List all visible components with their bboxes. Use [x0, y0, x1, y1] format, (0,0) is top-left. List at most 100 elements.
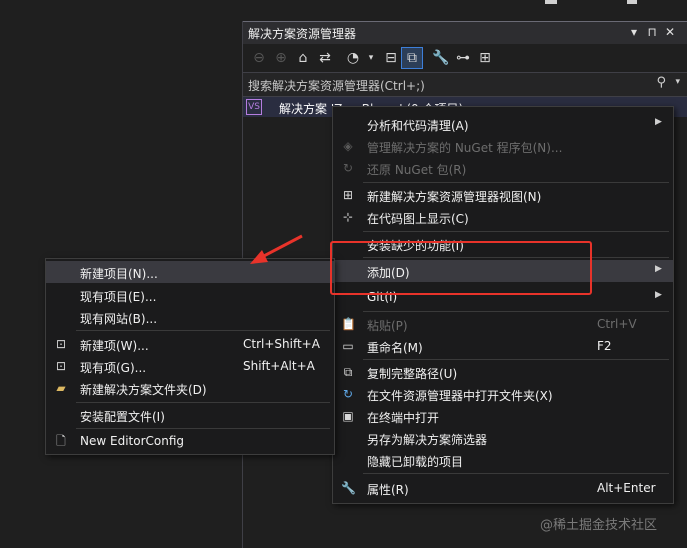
menu-item-label: 隐藏已卸载的项目 [367, 455, 464, 469]
chevron-down-icon[interactable]: ▾ [675, 77, 680, 87]
home-icon[interactable]: ⌂ [293, 48, 313, 68]
submenu-item-existing-item[interactable]: ⊡ 现有项(G)... Shift+Alt+A [46, 355, 334, 377]
terminal-icon: ▣ [342, 409, 354, 423]
menu-divider [76, 428, 330, 429]
menu-divider [363, 231, 669, 232]
chevron-right-icon: ▶ [655, 117, 662, 127]
open-folder-icon: ↻ [342, 387, 354, 401]
menu-item-shortcut: Ctrl+V [597, 317, 637, 331]
watermark: @稀土掘金技术社区 [540, 518, 658, 533]
properties-wrench-icon[interactable]: 🔧 [431, 48, 451, 68]
menu-divider [363, 311, 669, 312]
new-view-icon: ⊞ [342, 188, 354, 202]
menu-item-shortcut: Alt+Enter [597, 481, 656, 495]
menu-item-label: 现有项(G)... [80, 361, 147, 375]
submenu-item-existing-website[interactable]: 现有网站(B)... [46, 306, 334, 328]
code-map-icon: ⊹ [342, 210, 354, 224]
menu-item-label: 粘贴(P) [367, 319, 408, 333]
switch-views-icon[interactable]: ⇄ [315, 48, 335, 68]
dropdown-icon[interactable]: ▾ [627, 25, 641, 39]
annotation-arrow-icon [250, 234, 303, 264]
menu-item-analyze[interactable]: 分析和代码清理(A) ▶ [333, 113, 673, 135]
panel-title: 解决方案资源管理器 [248, 27, 357, 41]
menu-item-new-view[interactable]: ⊞ 新建解决方案资源管理器视图(N) [333, 184, 673, 206]
search-bar[interactable]: 搜索解决方案资源管理器(Ctrl+;) ⚲ ▾ [243, 72, 687, 97]
menu-divider [363, 182, 669, 183]
highlight-box [330, 241, 592, 295]
close-icon[interactable]: ✕ [663, 25, 677, 39]
menu-item-save-as-filter[interactable]: 另存为解决方案筛选器 [333, 427, 673, 449]
submenu-item-existing-project[interactable]: 现有项目(E)... [46, 284, 334, 306]
preview-icon[interactable]: ⊶ [453, 48, 473, 68]
pending-changes-icon[interactable]: ◔ [343, 48, 363, 68]
add-submenu: 新建项目(N)... 现有项目(E)... 现有网站(B)... ⊡ 新建项(W… [45, 258, 335, 455]
menu-item-shortcut: Ctrl+Shift+A [243, 337, 320, 351]
menu-item-properties[interactable]: 🔧 属性(R) Alt+Enter [333, 477, 673, 499]
menu-item-manage-nuget[interactable]: ◈ 管理解决方案的 NuGet 程序包(N)... [333, 135, 673, 157]
panel-title-bar: 解决方案资源管理器 ▾ ⊓ ✕ [243, 21, 687, 44]
wrench-icon: 🔧 [341, 481, 356, 495]
nuget-icon: ◈ [343, 139, 353, 153]
menu-divider [363, 473, 669, 474]
menu-item-label: 属性(R) [367, 483, 409, 497]
panel-toolbar: ⊖ ⊕ ⌂ ⇄ ◔ ▾ ⊟ ⧉ 🔧 ⊶ ⊞ [243, 44, 687, 72]
menu-item-shortcut: F2 [597, 339, 612, 353]
menu-item-restore-nuget[interactable]: ↻ 还原 NuGet 包(R) [333, 157, 673, 179]
new-item-icon: ⊡ [55, 337, 67, 351]
menu-item-label: 安装配置文件(I) [80, 410, 165, 424]
menu-item-label: 管理解决方案的 NuGet 程序包(N)... [367, 141, 563, 155]
menu-item-label: 在终端中打开 [367, 411, 440, 425]
chevron-down-icon[interactable]: ▾ [361, 48, 381, 68]
menu-item-copy-full-path[interactable]: ⧉ 复制完整路径(U) [333, 361, 673, 383]
show-all-files-icon[interactable]: ⧉ [401, 47, 423, 69]
restore-icon: ↻ [342, 161, 354, 175]
file-icon: 🗋 [56, 434, 66, 448]
menu-item-open-in-terminal[interactable]: ▣ 在终端中打开 [333, 405, 673, 427]
menu-item-label: 现有网站(B)... [80, 312, 158, 326]
menu-divider [76, 330, 330, 331]
solution-context-menu: 分析和代码清理(A) ▶ ◈ 管理解决方案的 NuGet 程序包(N)... ↻… [332, 106, 674, 504]
menu-item-shortcut: Shift+Alt+A [243, 359, 315, 373]
collapse-all-icon[interactable]: ⊟ [381, 48, 401, 68]
menu-item-label: New EditorConfig [80, 434, 185, 448]
paste-icon: 📋 [341, 317, 356, 331]
menu-item-label: 新建项(W)... [80, 339, 149, 353]
class-view-icon[interactable]: ⊞ [475, 48, 495, 68]
window-edge-fragment [545, 0, 557, 4]
menu-item-label: 在文件资源管理器中打开文件夹(X) [367, 389, 553, 403]
menu-item-label: 分析和代码清理(A) [367, 119, 469, 133]
menu-divider [76, 402, 330, 403]
menu-item-label: 现有项目(E)... [80, 290, 157, 304]
chevron-right-icon: ▶ [655, 264, 662, 274]
chevron-right-icon: ▶ [655, 290, 662, 300]
menu-item-label: 复制完整路径(U) [367, 367, 458, 381]
menu-item-label: 新建解决方案文件夹(D) [80, 383, 207, 397]
menu-item-show-code-map[interactable]: ⊹ 在代码图上显示(C) [333, 206, 673, 228]
menu-item-label: 还原 NuGet 包(R) [367, 163, 467, 177]
existing-item-icon: ⊡ [55, 359, 67, 373]
menu-item-paste[interactable]: 📋 粘贴(P) Ctrl+V [333, 313, 673, 335]
menu-item-label: 新建解决方案资源管理器视图(N) [367, 190, 542, 204]
menu-item-label: 另存为解决方案筛选器 [367, 433, 488, 447]
menu-item-label: 重命名(M) [367, 341, 423, 355]
menu-divider [363, 359, 669, 360]
submenu-item-new-solution-folder[interactable]: ▰ 新建解决方案文件夹(D) [46, 377, 334, 399]
folder-icon: ▰ [56, 381, 66, 395]
menu-item-open-in-explorer[interactable]: ↻ 在文件资源管理器中打开文件夹(X) [333, 383, 673, 405]
menu-item-hide-unloaded[interactable]: 隐藏已卸载的项目 [333, 449, 673, 471]
menu-item-rename[interactable]: ▭ 重命名(M) F2 [333, 335, 673, 357]
rename-icon: ▭ [342, 339, 354, 353]
menu-item-label: 新建项目(N)... [80, 267, 158, 281]
pin-icon[interactable]: ⊓ [645, 25, 659, 39]
search-icon[interactable]: ⚲ [656, 75, 666, 90]
forward-icon[interactable]: ⊕ [271, 48, 291, 68]
window-edge-fragment [627, 0, 637, 4]
back-icon[interactable]: ⊖ [249, 48, 269, 68]
submenu-item-new-item[interactable]: ⊡ 新建项(W)... Ctrl+Shift+A [46, 333, 334, 355]
copy-path-icon: ⧉ [343, 365, 353, 379]
solution-icon: VS [246, 99, 262, 115]
search-input[interactable]: 搜索解决方案资源管理器(Ctrl+;) [248, 77, 425, 94]
menu-item-label: 在代码图上显示(C) [367, 212, 469, 226]
submenu-item-install-config[interactable]: 安装配置文件(I) [46, 404, 334, 426]
submenu-item-new-editorconfig[interactable]: 🗋 New EditorConfig [46, 430, 334, 452]
